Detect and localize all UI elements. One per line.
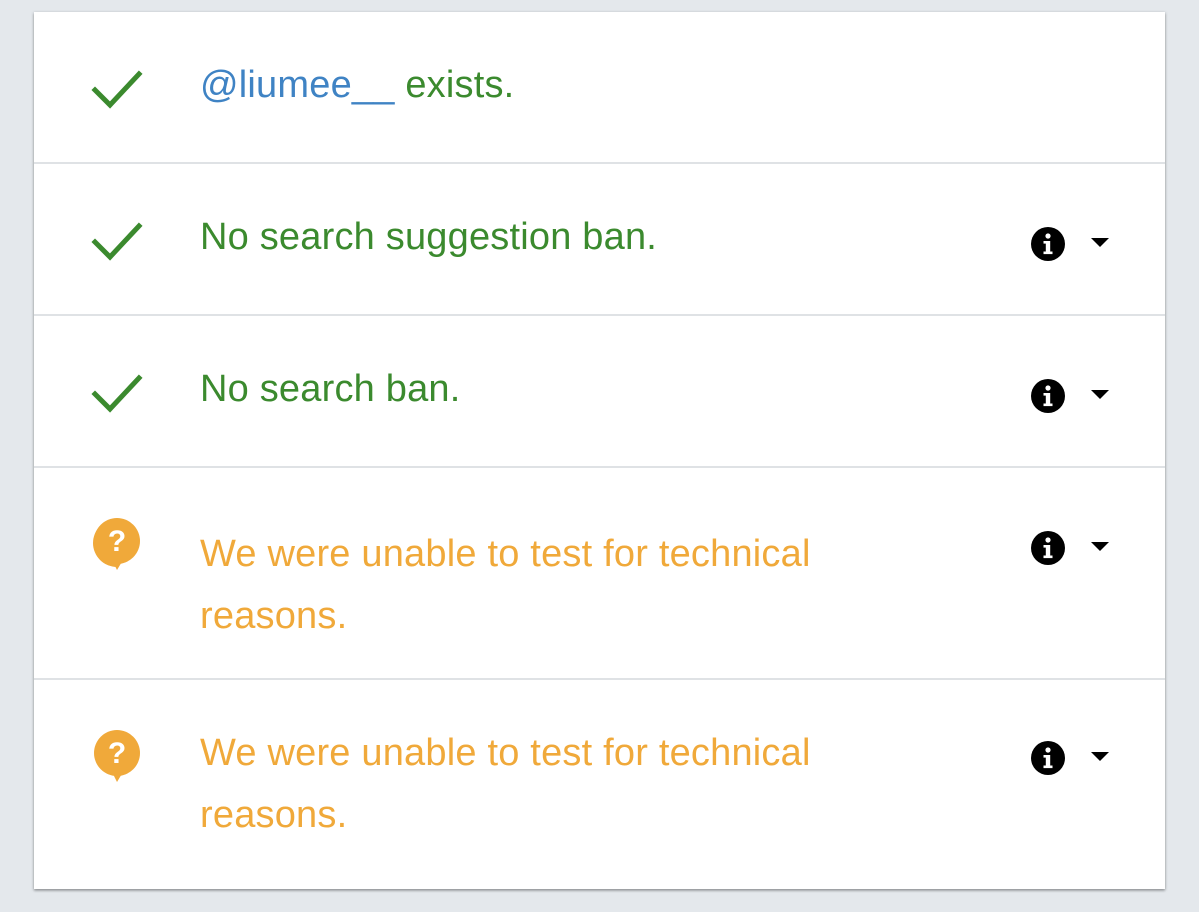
result-row-search-suggestion-ban: No search suggestion ban. <box>34 164 1165 316</box>
info-icon[interactable] <box>1030 530 1066 566</box>
result-row-account-exists: @liumee__ exists. <box>34 12 1165 164</box>
results-card: @liumee__ exists. No search suggestion b… <box>34 12 1165 889</box>
info-icon[interactable] <box>1030 226 1066 262</box>
check-icon <box>91 70 143 109</box>
info-icon[interactable] <box>1030 378 1066 414</box>
result-text: No search suggestion ban. <box>200 216 658 258</box>
info-icon[interactable] <box>1030 740 1066 776</box>
question-bubble-icon: ? <box>93 518 140 570</box>
caret-down-icon[interactable] <box>1091 542 1109 552</box>
caret-down-icon[interactable] <box>1091 752 1109 762</box>
result-text: We were unable to test for technical rea… <box>200 533 811 637</box>
check-icon <box>91 374 143 413</box>
result-message: @liumee__ exists. <box>200 54 514 116</box>
result-row-search-ban: No search ban. <box>34 316 1165 468</box>
result-text: exists. <box>394 64 515 106</box>
result-text: We were unable to test for technical rea… <box>200 732 811 836</box>
svg-text:?: ? <box>108 737 126 770</box>
question-bubble-icon: ? <box>94 730 140 782</box>
caret-down-icon[interactable] <box>1091 390 1109 400</box>
result-text: No search ban. <box>200 368 461 410</box>
svg-text:?: ? <box>108 525 126 558</box>
caret-down-icon[interactable] <box>1091 238 1109 248</box>
result-row-ghost-ban: ? We were unable to test for technical r… <box>34 468 1165 680</box>
check-icon <box>91 222 143 261</box>
account-handle-link[interactable]: @liumee__ <box>200 64 395 106</box>
result-row-reply-deboosting: ? We were unable to test for technical r… <box>34 680 1165 889</box>
